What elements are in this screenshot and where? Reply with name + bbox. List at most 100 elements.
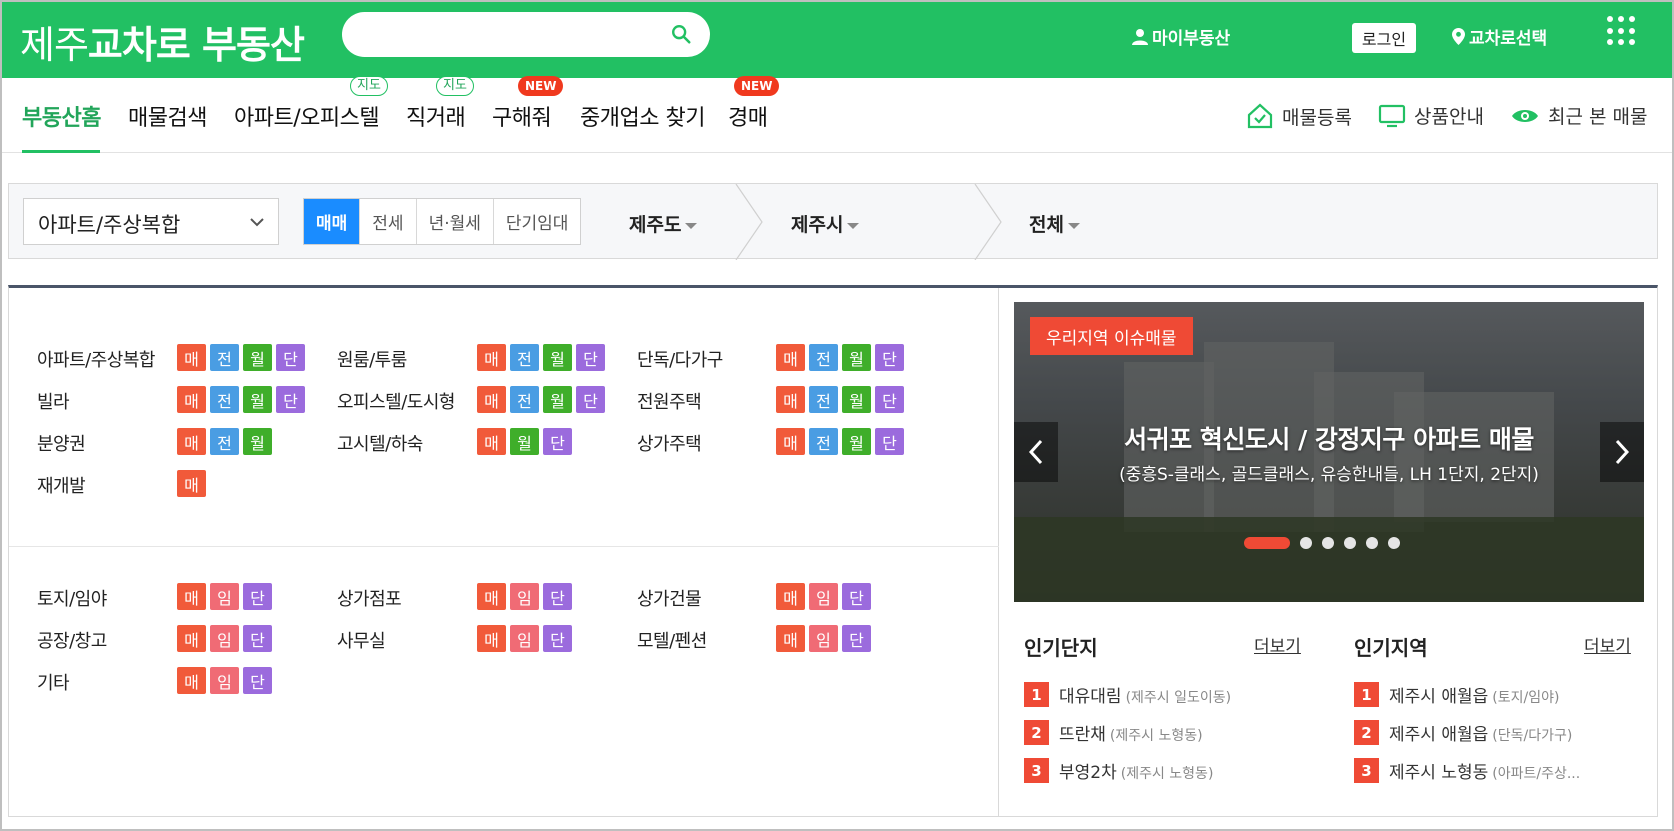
deal-tag-lease[interactable]: 임	[809, 625, 838, 652]
deal-tag-short-term[interactable]: 단	[276, 386, 305, 413]
deal-tag-short-term[interactable]: 단	[543, 583, 572, 610]
deal-tag-sale[interactable]: 매	[177, 428, 206, 455]
deal-tag-short-term[interactable]: 단	[875, 344, 904, 371]
deal-tag-jeonse[interactable]: 전	[510, 344, 539, 371]
deal-tag-lease[interactable]: 임	[210, 667, 239, 694]
deal-tag-short-term[interactable]: 단	[842, 583, 871, 610]
deal-tag-sale[interactable]: 매	[477, 583, 506, 610]
pagination-dot[interactable]	[1388, 537, 1400, 549]
deal-tag-lease[interactable]: 임	[210, 583, 239, 610]
recent-viewed-link[interactable]: 최근 본 매물	[1510, 102, 1647, 129]
tab-apartment-officetel[interactable]: 아파트/오피스텔	[234, 100, 380, 132]
my-realestate-link[interactable]: 마이부동산	[1132, 24, 1230, 49]
deal-tag-lease[interactable]: 임	[809, 583, 838, 610]
rank-list-item[interactable]: 3 부영2차 (제주시 노형동)	[1024, 758, 1213, 783]
deal-tag-sale[interactable]: 매	[177, 470, 206, 497]
region-province-select[interactable]: 제주도	[629, 210, 698, 237]
deal-tag-sale[interactable]: 매	[477, 625, 506, 652]
tab-request[interactable]: 구해줘	[492, 100, 552, 132]
deal-tag-jeonse[interactable]: 전	[510, 386, 539, 413]
deal-jeonse-button[interactable]: 전세	[360, 199, 417, 244]
deal-tag-short-term[interactable]: 단	[576, 344, 605, 371]
pagination-dot[interactable]	[1344, 537, 1356, 549]
category-name[interactable]: 기타	[37, 669, 70, 695]
rank-list-item[interactable]: 3 제주시 노형동 (아파트/주상...	[1354, 758, 1580, 783]
deal-tag-monthly[interactable]: 월	[842, 344, 871, 371]
deal-tag-sale[interactable]: 매	[776, 583, 805, 610]
deal-monthly-button[interactable]: 년·월세	[417, 199, 494, 244]
deal-tag-sale[interactable]: 매	[477, 344, 506, 371]
deal-tag-monthly[interactable]: 월	[243, 428, 272, 455]
deal-tag-lease[interactable]: 임	[510, 625, 539, 652]
category-name[interactable]: 토지/임야	[37, 585, 107, 611]
deal-short-term-button[interactable]: 단기임대	[494, 199, 581, 244]
popular-complex-more-link[interactable]: 더보기	[1254, 632, 1301, 657]
pagination-dot[interactable]	[1322, 537, 1334, 549]
deal-tag-sale[interactable]: 매	[177, 625, 206, 652]
register-listing-link[interactable]: 매물등록	[1246, 102, 1352, 130]
deal-tag-monthly[interactable]: 월	[842, 386, 871, 413]
rank-list-item[interactable]: 2 제주시 애월읍 (단독/다가구)	[1354, 720, 1572, 745]
deal-tag-short-term[interactable]: 단	[875, 428, 904, 455]
deal-tag-jeonse[interactable]: 전	[809, 428, 838, 455]
rank-list-item[interactable]: 2 뜨란채 (제주시 노형동)	[1024, 720, 1203, 745]
deal-tag-sale[interactable]: 매	[177, 667, 206, 694]
banner-prev-button[interactable]	[1014, 422, 1058, 482]
product-guide-link[interactable]: 상품안내	[1378, 102, 1484, 129]
deal-tag-sale[interactable]: 매	[177, 386, 206, 413]
login-button[interactable]: 로그인	[1352, 23, 1416, 53]
deal-tag-short-term[interactable]: 단	[842, 625, 871, 652]
property-type-select[interactable]: 아파트/주상복합	[23, 198, 279, 245]
deal-tag-sale[interactable]: 매	[477, 386, 506, 413]
banner-next-button[interactable]	[1600, 422, 1644, 482]
deal-tag-monthly[interactable]: 월	[243, 386, 272, 413]
rank-list-item[interactable]: 1 대유대림 (제주시 일도이동)	[1024, 682, 1231, 707]
deal-tag-short-term[interactable]: 단	[543, 625, 572, 652]
category-name[interactable]: 단독/다가구	[637, 346, 723, 372]
category-name[interactable]: 분양권	[37, 430, 86, 456]
category-name[interactable]: 모텔/펜션	[637, 627, 707, 653]
category-name[interactable]: 오피스텔/도시형	[337, 388, 455, 414]
popular-region-more-link[interactable]: 더보기	[1584, 632, 1631, 657]
deal-tag-short-term[interactable]: 단	[243, 625, 272, 652]
deal-tag-short-term[interactable]: 단	[543, 428, 572, 455]
pagination-dot[interactable]	[1244, 537, 1290, 549]
category-name[interactable]: 상가점포	[337, 585, 402, 611]
deal-tag-sale[interactable]: 매	[776, 344, 805, 371]
region-district-select[interactable]: 전체	[1029, 210, 1080, 237]
category-name[interactable]: 사무실	[337, 627, 386, 653]
pagination-dot[interactable]	[1300, 537, 1312, 549]
tab-home[interactable]: 부동산홈	[22, 100, 101, 132]
deal-tag-jeonse[interactable]: 전	[809, 344, 838, 371]
deal-sale-button[interactable]: 매매	[304, 199, 361, 244]
deal-tag-sale[interactable]: 매	[477, 428, 506, 455]
deal-tag-sale[interactable]: 매	[776, 428, 805, 455]
deal-tag-monthly[interactable]: 월	[842, 428, 871, 455]
deal-tag-short-term[interactable]: 단	[243, 667, 272, 694]
category-name[interactable]: 고시텔/하숙	[337, 430, 423, 456]
deal-tag-sale[interactable]: 매	[776, 625, 805, 652]
category-name[interactable]: 빌라	[37, 388, 70, 414]
deal-tag-monthly[interactable]: 월	[543, 344, 572, 371]
deal-tag-sale[interactable]: 매	[177, 344, 206, 371]
tab-search[interactable]: 매물검색	[128, 100, 207, 132]
deal-tag-jeonse[interactable]: 전	[210, 386, 239, 413]
rank-list-item[interactable]: 1 제주시 애월읍 (토지/임야)	[1354, 682, 1559, 707]
deal-tag-monthly[interactable]: 월	[243, 344, 272, 371]
category-name[interactable]: 공장/창고	[37, 627, 107, 653]
deal-tag-short-term[interactable]: 단	[276, 344, 305, 371]
deal-tag-sale[interactable]: 매	[776, 386, 805, 413]
issue-banner[interactable]: 우리지역 이슈매물 서귀포 혁신도시 / 강정지구 아파트 매물 (중흥S-클래…	[1014, 302, 1644, 602]
deal-tag-short-term[interactable]: 단	[243, 583, 272, 610]
region-select-link[interactable]: 교차로선택	[1452, 24, 1547, 49]
all-menu-icon[interactable]	[1607, 16, 1637, 46]
site-logo[interactable]: 제주교차로 부동산	[20, 14, 305, 69]
tab-find-agency[interactable]: 중개업소 찾기	[580, 100, 705, 132]
category-name[interactable]: 전원주택	[637, 388, 702, 414]
deal-tag-jeonse[interactable]: 전	[210, 344, 239, 371]
deal-tag-short-term[interactable]: 단	[875, 386, 904, 413]
deal-tag-sale[interactable]: 매	[177, 583, 206, 610]
tab-auction[interactable]: 경매	[728, 100, 768, 132]
region-city-select[interactable]: 제주시	[791, 210, 860, 237]
deal-tag-monthly[interactable]: 월	[543, 386, 572, 413]
